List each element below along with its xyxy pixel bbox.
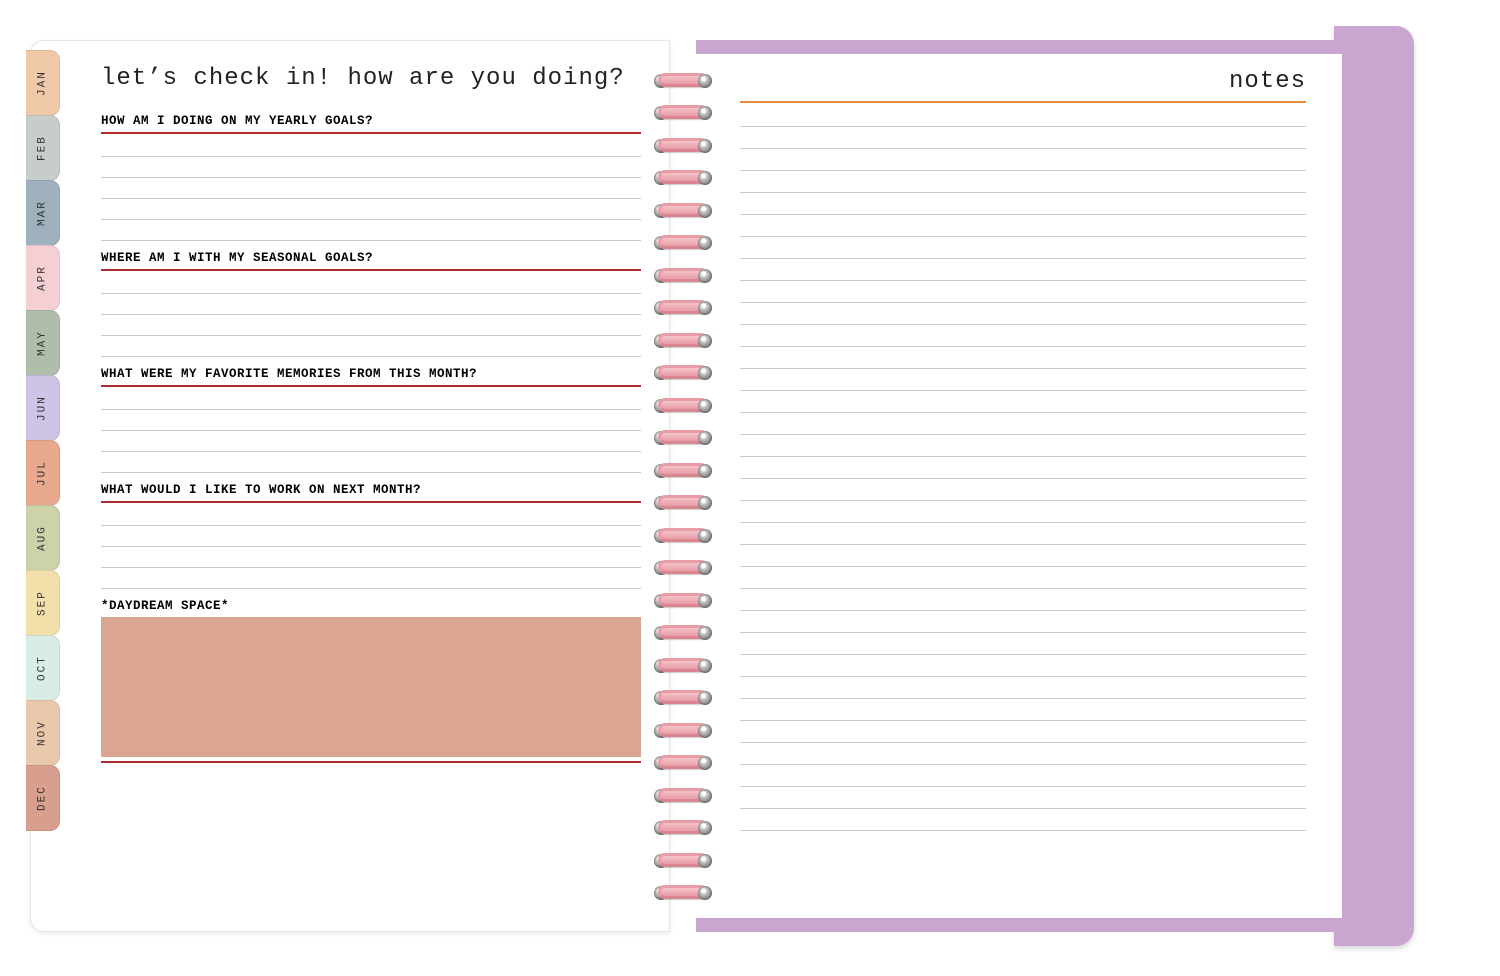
- tab-mar[interactable]: MAR: [26, 180, 60, 246]
- left-page: let’s check in! how are you doing? HOW A…: [30, 40, 670, 932]
- writing-lines[interactable]: [101, 136, 641, 241]
- tab-apr[interactable]: APR: [26, 245, 60, 311]
- prompt-label: WHERE AM I WITH MY SEASONAL GOALS?: [101, 251, 641, 265]
- tab-jan[interactable]: JAN: [26, 50, 60, 116]
- prompt-label: WHAT WOULD I LIKE TO WORK ON NEXT MONTH?: [101, 483, 641, 497]
- prompt-seasonal-goals: WHERE AM I WITH MY SEASONAL GOALS?: [101, 251, 641, 357]
- red-rule: [101, 269, 641, 271]
- writing-lines[interactable]: [101, 389, 641, 473]
- tab-may[interactable]: MAY: [26, 310, 60, 376]
- prompt-label: HOW AM I DOING ON MY YEARLY GOALS?: [101, 114, 641, 128]
- tab-dec[interactable]: DEC: [26, 765, 60, 831]
- daydream-label: *DAYDREAM SPACE*: [101, 599, 641, 613]
- writing-lines[interactable]: [101, 505, 641, 589]
- tab-feb[interactable]: FEB: [26, 115, 60, 181]
- tab-aug[interactable]: AUG: [26, 505, 60, 571]
- spiral-binding: [650, 40, 716, 932]
- prompt-yearly-goals: HOW AM I DOING ON MY YEARLY GOALS?: [101, 114, 641, 241]
- planner-spread: JAN FEB MAR APR MAY JUN JUL AUG SEP OCT …: [30, 40, 1432, 932]
- right-page: notes: [696, 40, 1356, 932]
- daydream-box[interactable]: [101, 617, 641, 757]
- red-rule: [101, 132, 641, 134]
- prompt-favorite-memories: WHAT WERE MY FAVORITE MEMORIES FROM THIS…: [101, 367, 641, 473]
- red-rule: [101, 501, 641, 503]
- tab-sep[interactable]: SEP: [26, 570, 60, 636]
- tab-oct[interactable]: OCT: [26, 635, 60, 701]
- notes-title: notes: [740, 68, 1306, 95]
- page-title: let’s check in! how are you doing?: [101, 65, 641, 92]
- right-page-wrap: notes: [696, 40, 1356, 932]
- month-tabs: JAN FEB MAR APR MAY JUN JUL AUG SEP OCT …: [26, 50, 60, 830]
- tab-jul[interactable]: JUL: [26, 440, 60, 506]
- tab-nov[interactable]: NOV: [26, 700, 60, 766]
- prompt-label: WHAT WERE MY FAVORITE MEMORIES FROM THIS…: [101, 367, 641, 381]
- notes-lines[interactable]: [740, 105, 1306, 831]
- daydream-section: *DAYDREAM SPACE*: [101, 599, 641, 763]
- red-rule: [101, 761, 641, 763]
- prompt-next-month: WHAT WOULD I LIKE TO WORK ON NEXT MONTH?: [101, 483, 641, 589]
- tab-jun[interactable]: JUN: [26, 375, 60, 441]
- writing-lines[interactable]: [101, 273, 641, 357]
- orange-rule: [740, 101, 1306, 103]
- red-rule: [101, 385, 641, 387]
